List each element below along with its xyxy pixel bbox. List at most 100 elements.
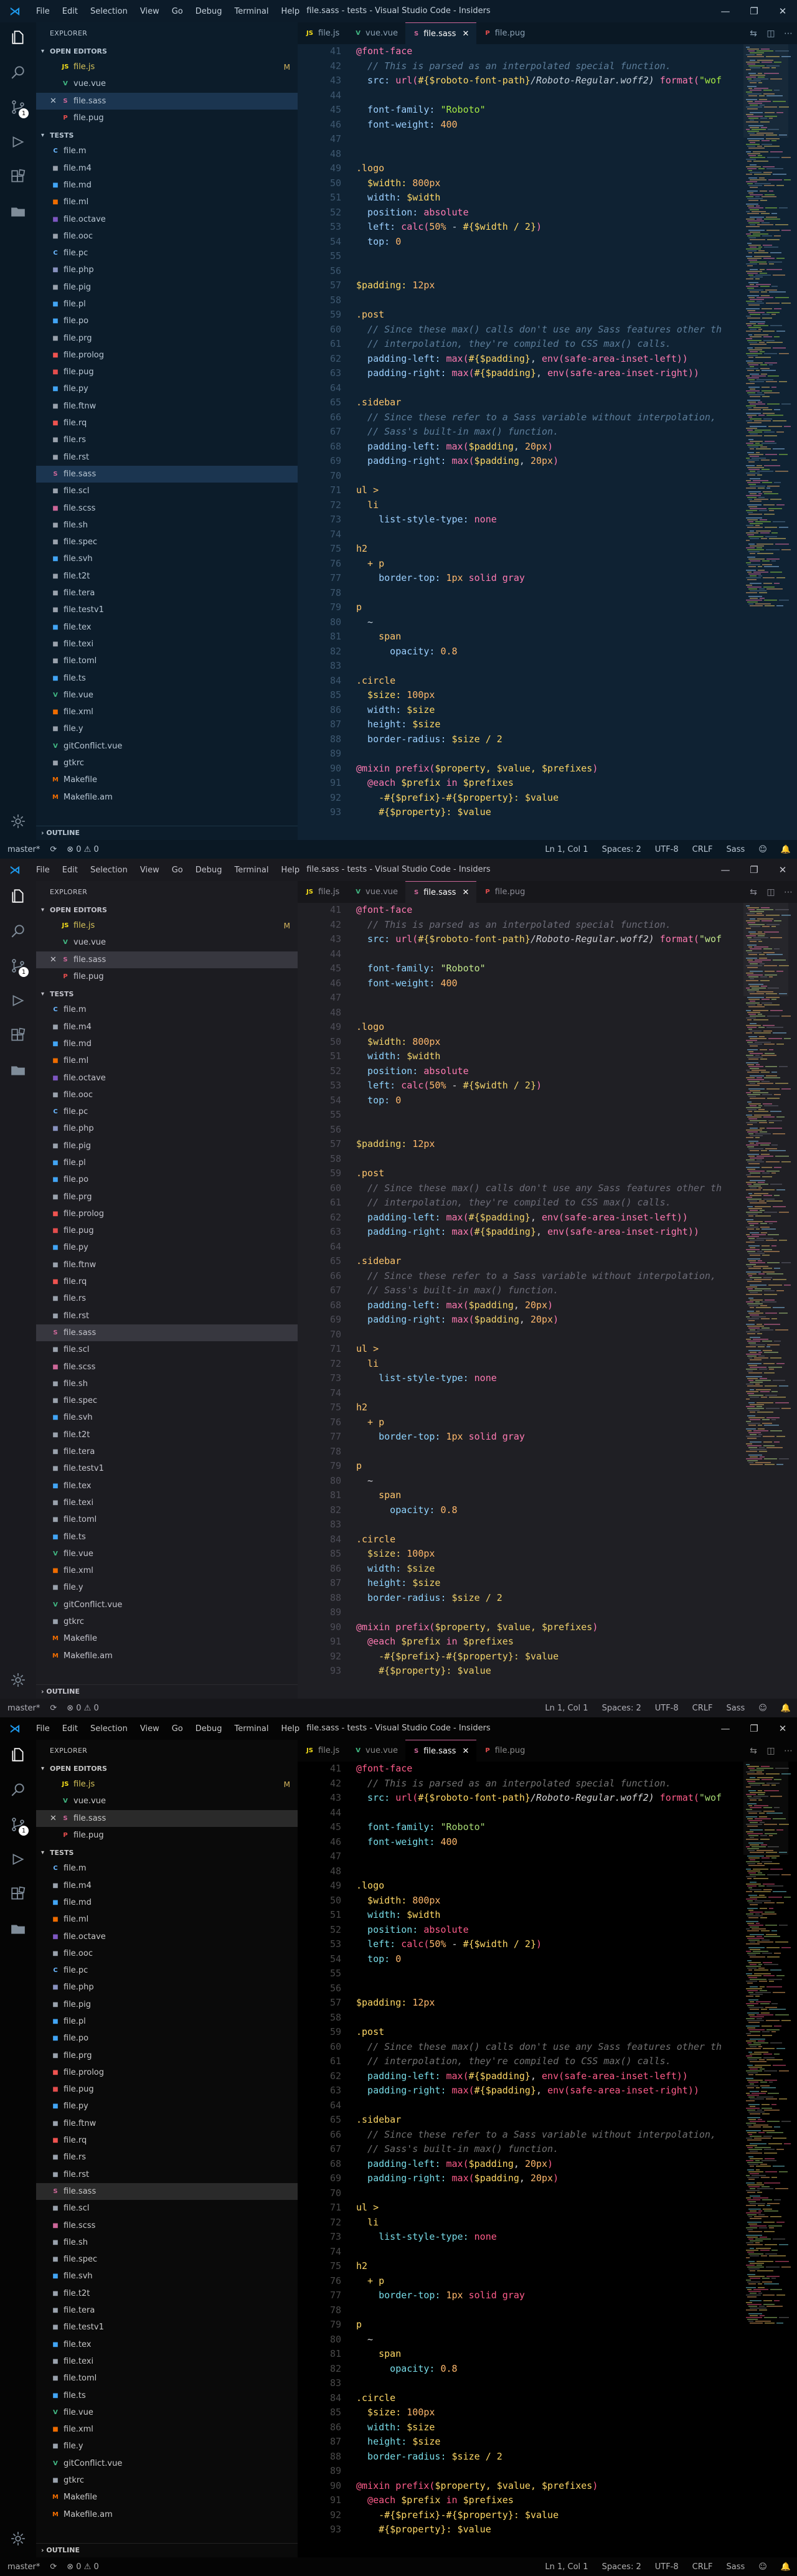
extensions-icon[interactable] xyxy=(0,1879,36,1909)
file-tree-item[interactable]: ■ file.m4 xyxy=(36,159,298,176)
line-ending[interactable]: CRLF xyxy=(692,845,713,854)
tab-close-icon[interactable]: ✕ xyxy=(462,29,469,39)
menu-help[interactable]: Help xyxy=(275,7,306,16)
feedback-icon[interactable]: ☺ xyxy=(758,1704,767,1713)
file-tree-item[interactable]: ■ file.md xyxy=(36,1894,298,1911)
file-tree-item[interactable]: ■ gtkrc xyxy=(36,2472,298,2489)
menu-edit[interactable]: Edit xyxy=(56,7,84,16)
debug-icon[interactable] xyxy=(0,986,36,1016)
file-tree-item[interactable]: M Makefile.am xyxy=(36,788,298,805)
file-tree-item[interactable]: ■ file.sh xyxy=(36,517,298,534)
split-editor-icon[interactable]: ◫ xyxy=(762,29,780,39)
explorer-icon[interactable] xyxy=(0,1740,36,1770)
open-editor-item[interactable]: ✕ Sfile.sass xyxy=(36,951,298,968)
menu-view[interactable]: View xyxy=(134,1724,166,1734)
file-tree-item[interactable]: ■ file.ts xyxy=(36,1528,298,1545)
file-tree-item[interactable]: ■ file.rs xyxy=(36,432,298,448)
file-tree-item[interactable]: ■ file.prolog xyxy=(36,2064,298,2081)
sync-icon[interactable]: ⟳ xyxy=(50,845,57,854)
compare-changes-icon[interactable]: ⇆ xyxy=(745,887,762,897)
maximize-button[interactable]: ❐ xyxy=(740,859,768,881)
open-editors-header[interactable]: ▾ OPEN EDITORS xyxy=(36,903,298,917)
file-tree-item[interactable]: ■ file.rst xyxy=(36,2166,298,2183)
file-tree-item[interactable]: Sfile.sass xyxy=(36,2182,298,2201)
open-editor-item[interactable]: ✕ Sfile.sass xyxy=(36,92,298,110)
file-tree-item[interactable]: ■ file.spec xyxy=(36,1392,298,1409)
outline-header[interactable]: › OUTLINE xyxy=(36,1684,298,1699)
search-icon[interactable] xyxy=(0,57,36,87)
file-tree-item[interactable]: ■ file.ftnw xyxy=(36,1257,298,1273)
file-tree-item[interactable]: ■ file.ftnw xyxy=(36,398,298,415)
tab-file-pug[interactable]: Pfile.pug xyxy=(476,881,532,903)
problems-indicator[interactable]: ⊗ 0 ⚠ 0 xyxy=(67,845,99,854)
tab-close-icon[interactable]: ✕ xyxy=(462,1747,469,1756)
open-editor-item[interactable]: ✕ Sfile.sass xyxy=(36,1809,298,1827)
file-tree-item[interactable]: ■ file.pug xyxy=(36,364,298,380)
outline-header[interactable]: › OUTLINE xyxy=(36,826,298,840)
tab-file-pug[interactable]: Pfile.pug xyxy=(476,22,532,44)
file-tree-item[interactable]: ■ file.t2t xyxy=(36,568,298,585)
file-tree-item[interactable]: ■ file.prolog xyxy=(36,1205,298,1222)
tab-file-js[interactable]: JS file.js xyxy=(298,881,347,903)
more-actions-icon[interactable]: ⋯ xyxy=(780,1746,797,1756)
open-editor-item[interactable]: Pfile.pug xyxy=(36,1827,298,1844)
menu-terminal[interactable]: Terminal xyxy=(229,866,275,875)
menu-file[interactable]: File xyxy=(30,7,56,16)
file-tree-item[interactable]: ■ file.texi xyxy=(36,2353,298,2370)
file-tree-item[interactable]: M Makefile.am xyxy=(36,1647,298,1664)
file-tree-item[interactable]: Vfile.vue xyxy=(36,1545,298,1562)
file-tree-item[interactable]: VgitConflict.vue xyxy=(36,1597,298,1613)
folder-icon[interactable] xyxy=(0,1055,36,1085)
file-tree-item[interactable]: ■ file.rst xyxy=(36,449,298,466)
file-tree-item[interactable]: ■ file.po xyxy=(36,2030,298,2047)
file-tree-item[interactable]: M Makefile xyxy=(36,2489,298,2506)
tab-file-js[interactable]: JS file.js xyxy=(298,1740,347,1762)
file-tree-item[interactable]: ■ file.pl xyxy=(36,296,298,313)
indentation[interactable]: Spaces: 2 xyxy=(602,1704,641,1713)
file-tree-item[interactable]: ■ file.prolog xyxy=(36,347,298,364)
language-mode[interactable]: Sass xyxy=(726,1704,745,1713)
language-mode[interactable]: Sass xyxy=(726,2562,745,2572)
file-tree-item[interactable]: ■ file.octave xyxy=(36,1069,298,1086)
file-tree-item[interactable]: Cfile.pc xyxy=(36,1103,298,1120)
git-branch[interactable]: master* xyxy=(7,845,40,854)
file-tree-item[interactable]: M Makefile.am xyxy=(36,2506,298,2522)
file-tree-item[interactable]: ■ file.rs xyxy=(36,2149,298,2166)
file-tree-item[interactable]: Cfile.m xyxy=(36,1860,298,1877)
file-tree-item[interactable]: ■ file.scl xyxy=(36,483,298,499)
open-editor-item[interactable]: Pfile.pug xyxy=(36,968,298,985)
compare-changes-icon[interactable]: ⇆ xyxy=(745,29,762,39)
close-window-button[interactable]: ✕ xyxy=(768,0,797,22)
file-tree-item[interactable]: ■ file.testv1 xyxy=(36,1460,298,1477)
encoding[interactable]: UTF-8 xyxy=(655,2562,679,2572)
file-tree-item[interactable]: ■ file.md xyxy=(36,1036,298,1052)
file-tree-item[interactable]: ■ file.rs xyxy=(36,1290,298,1307)
more-actions-icon[interactable]: ⋯ xyxy=(780,29,797,39)
file-tree-item[interactable]: ■ file.prg xyxy=(36,1188,298,1205)
file-tree-item[interactable]: ■ file.tera xyxy=(36,2302,298,2319)
explorer-icon[interactable] xyxy=(0,881,36,911)
file-tree-item[interactable]: ■ file.t2t xyxy=(36,2285,298,2302)
menu-view[interactable]: View xyxy=(134,866,166,875)
file-tree-item[interactable]: ■ file.rq xyxy=(36,1273,298,1290)
file-tree-item[interactable]: ■ file.php xyxy=(36,1979,298,1996)
file-tree-item[interactable]: ■ file.toml xyxy=(36,1511,298,1528)
file-tree-item[interactable]: ■ file.xml xyxy=(36,1562,298,1579)
open-editor-item[interactable]: Pfile.pug xyxy=(36,110,298,126)
minimize-button[interactable]: — xyxy=(711,859,740,881)
file-tree-item[interactable]: ■ file.pug xyxy=(36,1222,298,1239)
source-control-icon[interactable]: 1 xyxy=(0,92,36,122)
file-tree-item[interactable]: Sfile.sass xyxy=(36,1324,298,1342)
file-tree-item[interactable]: ■ file.php xyxy=(36,1120,298,1137)
file-tree-item[interactable]: ■ file.pl xyxy=(36,1154,298,1171)
file-tree-item[interactable]: ■ file.ftnw xyxy=(36,2115,298,2132)
file-tree-item[interactable]: Cfile.m xyxy=(36,143,298,159)
open-editor-item[interactable]: JS file.js M xyxy=(36,1776,298,1793)
maximize-button[interactable]: ❐ xyxy=(740,1717,768,1740)
notifications-bell-icon[interactable]: 🔔 xyxy=(781,1704,791,1713)
menu-help[interactable]: Help xyxy=(275,866,306,875)
file-tree-item[interactable]: Cfile.pc xyxy=(36,245,298,262)
problems-indicator[interactable]: ⊗ 0 ⚠ 0 xyxy=(67,1704,99,1713)
file-tree-item[interactable]: M Makefile xyxy=(36,771,298,788)
tests-folder-header[interactable]: ▾ TESTS xyxy=(36,129,298,143)
